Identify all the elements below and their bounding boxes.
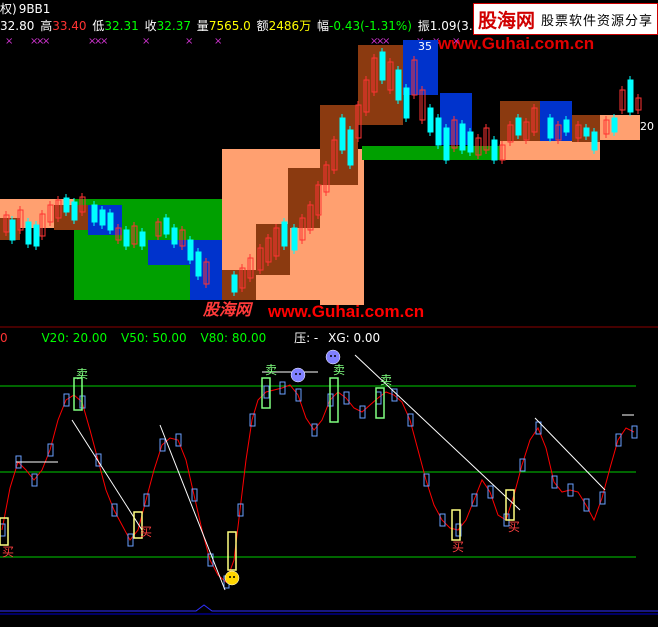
candle-body-23	[195, 251, 202, 277]
sell-signal-3: 卖	[380, 373, 392, 387]
candle-body-70	[611, 117, 618, 133]
candle-body-65	[563, 119, 570, 133]
candle-body-31	[281, 221, 288, 247]
indicator-bar-80	[631, 425, 638, 439]
price-mark-top: 35	[418, 40, 432, 53]
candle-body-72	[627, 79, 634, 113]
indicator-curve	[1, 384, 635, 583]
buy-signal-0: 买	[2, 545, 14, 559]
trend-line-3	[534, 417, 606, 491]
indicator-left-mark: 0	[0, 331, 8, 345]
face-eye-r-1	[334, 355, 336, 357]
candle-body-67	[583, 127, 590, 137]
candle-body-4	[33, 224, 40, 247]
face-icon-0	[290, 367, 306, 383]
candle-body-46	[403, 87, 410, 119]
candle-body-25	[231, 274, 238, 293]
candle-body-15	[123, 229, 130, 247]
candle-body-43	[379, 51, 386, 81]
signal-cross-6: ×	[100, 36, 108, 47]
face-icon-2	[224, 570, 240, 586]
signal-cross-15: ×	[452, 36, 460, 47]
buy-signal-3: 买	[508, 520, 520, 534]
volume-baseline	[0, 604, 658, 612]
sell-signal-2: 卖	[333, 363, 345, 377]
watermark-url: www.Guhai.com.cn	[268, 302, 425, 321]
candle-body-11	[91, 204, 98, 223]
price-mark-mid: 20	[640, 120, 654, 133]
candle-body-1	[9, 219, 16, 241]
candle-body-17	[139, 231, 146, 247]
price-zone-17	[500, 141, 600, 160]
signal-cross-0: ×	[5, 36, 13, 47]
watermark-brand: 股海网	[203, 300, 252, 319]
v50-label: V50: 50.00	[121, 331, 187, 345]
signal-cross-7: ×	[142, 36, 150, 47]
candle-body-53	[459, 123, 466, 151]
v80-label: V80: 80.00	[200, 331, 267, 345]
candle-body-49	[427, 107, 434, 133]
face-eye-r-0	[299, 373, 301, 375]
candle-body-3	[25, 221, 32, 245]
face-eye-l-1	[330, 355, 332, 357]
candle-body-60	[515, 117, 522, 136]
candle-body-51	[443, 127, 450, 161]
face-eye-r-2	[233, 576, 235, 578]
chart-window: 权) 9BB1 32.80 高33.40 低32.31 收32.37 量7565.…	[0, 0, 658, 627]
candle-body-57	[491, 139, 498, 161]
face-icon-1	[325, 349, 341, 365]
buy-signal-1: 买	[140, 525, 152, 539]
candle-body-32	[291, 227, 298, 251]
candle-body-19	[163, 217, 170, 235]
candle-body-20	[171, 227, 178, 245]
trend-line-0	[71, 419, 143, 531]
candle-body-8	[63, 197, 70, 213]
buy-signal-2: 买	[452, 540, 464, 554]
candle-body-54	[467, 131, 474, 153]
v20-label: V20: 20.00	[41, 331, 108, 345]
signal-cross-3: ×	[42, 36, 50, 47]
sell-signal-1: 卖	[265, 363, 277, 377]
price-zone-8	[288, 168, 320, 228]
trend-line-1	[159, 424, 226, 591]
signal-box-5	[329, 377, 339, 423]
price-zone-20	[148, 240, 190, 265]
face-eye-l-2	[229, 576, 231, 578]
signal-cross-8: ×	[185, 36, 193, 47]
candle-body-12	[99, 209, 106, 226]
candle-body-9	[71, 201, 78, 221]
candle-body-63	[547, 117, 554, 139]
candle-body-50	[435, 117, 442, 146]
face-eye-l-0	[295, 373, 297, 375]
candle-body-39	[347, 129, 354, 166]
candle-body-13	[107, 212, 114, 231]
indicator-header: 0 V20: 20.00 V50: 50.00 V80: 80.00 压: - …	[0, 330, 380, 346]
sell-signal-0: 卖	[76, 367, 88, 381]
candle-body-68	[591, 131, 598, 151]
ya-label: 压: -	[294, 331, 319, 345]
signal-box-1	[73, 377, 83, 411]
candle-body-45	[395, 69, 402, 101]
candle-body-22	[187, 239, 194, 261]
price-zone-12	[362, 146, 440, 160]
signal-cross-9: ×	[214, 36, 222, 47]
candle-body-38	[339, 117, 346, 151]
xg-label: XG: 0.00	[328, 331, 381, 345]
